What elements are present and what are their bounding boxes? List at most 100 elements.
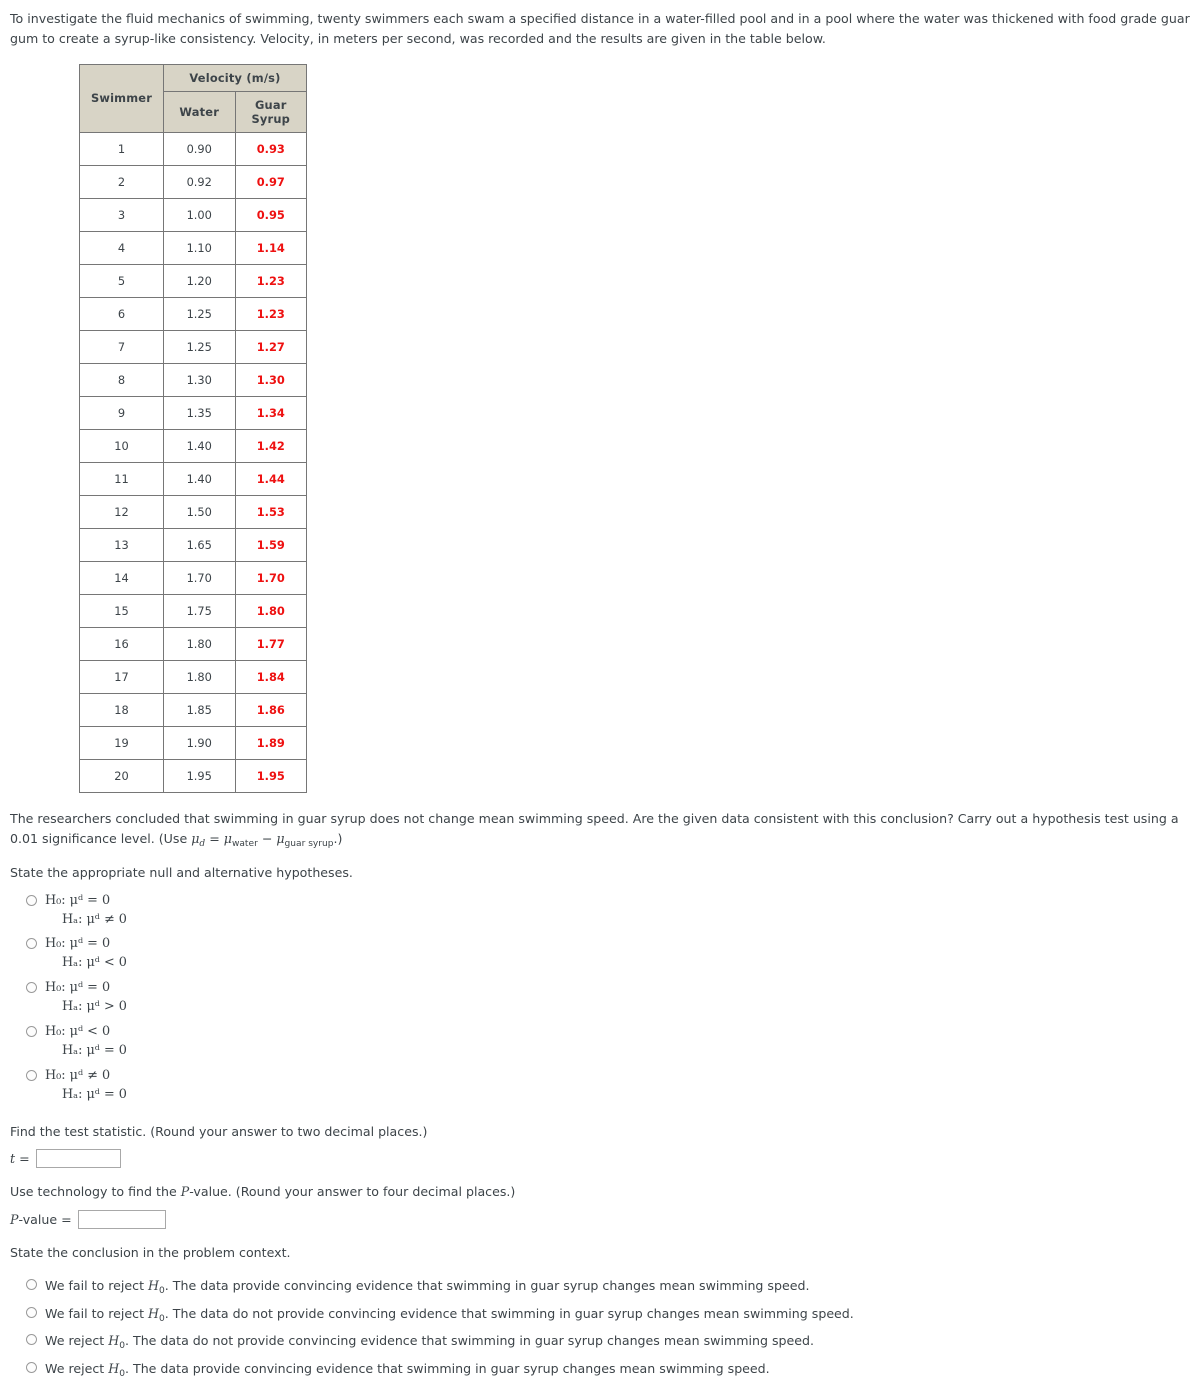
null-hypothesis-line: H₀: μᵈ ≠ 0 bbox=[45, 1068, 111, 1084]
h-null-subscript: 0 bbox=[119, 1368, 125, 1379]
conclusion-option-1[interactable]: We fail to reject H0. The data provide c… bbox=[26, 1272, 1200, 1300]
question-paragraph: The researchers concluded that swimming … bbox=[10, 809, 1192, 850]
hypothesis-option-2[interactable]: H₀: μᵈ = 0 Hₐ: μᵈ < 0 bbox=[26, 932, 1200, 976]
hypothesis-option-3[interactable]: H₀: μᵈ = 0 Hₐ: μᵈ > 0 bbox=[26, 976, 1200, 1020]
radio-button-icon[interactable] bbox=[26, 938, 37, 950]
cell-water-velocity: 1.80 bbox=[163, 659, 236, 694]
cell-guar-syrup-velocity: 1.70 bbox=[234, 560, 307, 595]
cell-swimmer: 10 bbox=[79, 428, 164, 463]
cell-guar-syrup-velocity: 1.86 bbox=[234, 692, 307, 727]
table-row: 10 1.40 1.42 bbox=[79, 428, 307, 463]
alternative-hypothesis-line: Hₐ: μᵈ > 0 bbox=[62, 999, 127, 1015]
cell-water-velocity: 1.20 bbox=[163, 263, 236, 298]
radio-button-icon[interactable] bbox=[26, 1070, 37, 1082]
cell-swimmer: 12 bbox=[79, 494, 164, 529]
question-text-end: .) bbox=[333, 831, 343, 847]
conclusion-prompt: State the conclusion in the problem cont… bbox=[10, 1244, 291, 1260]
table-row: 5 1.20 1.23 bbox=[79, 263, 307, 298]
p-value-row: P-value = bbox=[10, 1209, 1200, 1229]
test-statistic-input[interactable] bbox=[35, 1149, 121, 1169]
cell-swimmer: 15 bbox=[79, 593, 164, 628]
velocity-table: Swimmer Velocity (m/s) Water Guar Syrup … bbox=[79, 63, 307, 793]
cell-swimmer: 8 bbox=[79, 362, 164, 397]
hypotheses-radio-group[interactable]: H₀: μᵈ = 0 Hₐ: μᵈ ≠ 0 H₀: μᵈ = 0 Hₐ: μᵈ < 0… bbox=[0, 889, 1200, 1108]
cell-water-velocity: 1.40 bbox=[163, 428, 236, 463]
cell-guar-syrup-velocity: 0.97 bbox=[234, 164, 307, 199]
conclusion-option-4[interactable]: We reject H0. The data provide convincin… bbox=[26, 1355, 1200, 1382]
radio-button-icon[interactable] bbox=[26, 1306, 37, 1318]
p-value-input[interactable] bbox=[77, 1209, 166, 1229]
cell-guar-syrup-velocity: 1.89 bbox=[234, 725, 307, 760]
radio-button-icon[interactable] bbox=[26, 1334, 37, 1346]
h-null-symbol: H bbox=[108, 1360, 120, 1376]
conclusion-option-label: We fail to reject H0. The data do not pr… bbox=[45, 1304, 854, 1324]
table-row: 8 1.30 1.30 bbox=[79, 362, 307, 397]
hypothesis-option-5[interactable]: H₀: μᵈ ≠ 0 Hₐ: μᵈ = 0 bbox=[26, 1064, 1200, 1108]
radio-button-icon[interactable] bbox=[26, 1361, 37, 1373]
radio-button-icon[interactable] bbox=[26, 1279, 37, 1291]
cell-swimmer: 20 bbox=[79, 758, 164, 793]
table-row: 19 1.90 1.89 bbox=[79, 725, 307, 760]
conclusion-text-post: . The data do not provide convincing evi… bbox=[125, 1333, 815, 1349]
conclusion-text-post: . The data do not provide convincing evi… bbox=[164, 1305, 854, 1321]
conclusion-radio-group[interactable]: We fail to reject H0. The data provide c… bbox=[0, 1272, 1200, 1382]
cell-guar-syrup-velocity: 1.23 bbox=[234, 263, 307, 298]
cell-swimmer: 7 bbox=[79, 329, 164, 364]
cell-swimmer: 16 bbox=[79, 626, 164, 661]
cell-water-velocity: 1.25 bbox=[163, 296, 236, 331]
test-statistic-equals: = bbox=[15, 1151, 30, 1167]
null-hypothesis-line: H₀: μᵈ = 0 bbox=[45, 892, 111, 908]
radio-button-icon[interactable] bbox=[26, 894, 37, 906]
cell-water-velocity: 1.00 bbox=[163, 197, 236, 232]
cell-water-velocity: 1.70 bbox=[163, 560, 236, 595]
radio-button-icon[interactable] bbox=[26, 982, 37, 994]
h-null-symbol: H bbox=[148, 1305, 160, 1321]
p-value-prompt-post: -value. (Round your answer to four decim… bbox=[189, 1184, 516, 1200]
mu-syrup-symbol: μ bbox=[276, 831, 285, 847]
conclusion-option-2[interactable]: We fail to reject H0. The data do not pr… bbox=[26, 1300, 1200, 1328]
cell-guar-syrup-velocity: 1.30 bbox=[234, 362, 307, 397]
table-row: 1 0.90 0.93 bbox=[79, 131, 307, 166]
alternative-hypothesis-line: Hₐ: μᵈ ≠ 0 bbox=[62, 911, 127, 927]
table-header-row-1: Swimmer Velocity (m/s) bbox=[79, 63, 307, 133]
conclusion-option-3[interactable]: We reject H0. The data do not provide co… bbox=[26, 1327, 1200, 1355]
cell-swimmer: 11 bbox=[79, 461, 164, 496]
conclusion-text-pre: We fail to reject bbox=[45, 1305, 149, 1321]
cell-guar-syrup-velocity: 1.95 bbox=[234, 758, 307, 793]
conclusion-option-label: We fail to reject H0. The data provide c… bbox=[45, 1276, 809, 1296]
column-header-water: Water bbox=[163, 90, 236, 133]
cell-guar-syrup-velocity: 0.93 bbox=[234, 131, 307, 166]
cell-water-velocity: 1.25 bbox=[163, 329, 236, 364]
cell-water-velocity: 1.65 bbox=[163, 527, 236, 562]
conclusion-text-post: . The data provide convincing evidence t… bbox=[125, 1360, 770, 1376]
table-row: 2 0.92 0.97 bbox=[79, 164, 307, 199]
problem-page: To investigate the fluid mechanics of sw… bbox=[0, 9, 1200, 1382]
h-null-subscript: 0 bbox=[159, 1313, 165, 1324]
h-null-subscript: 0 bbox=[119, 1341, 125, 1352]
cell-guar-syrup-velocity: 1.23 bbox=[234, 296, 307, 331]
conclusion-text-pre: We reject bbox=[45, 1360, 109, 1376]
column-header-swimmer: Swimmer bbox=[79, 63, 164, 133]
cell-guar-syrup-velocity: 1.14 bbox=[234, 230, 307, 265]
cell-swimmer: 5 bbox=[79, 263, 164, 298]
cell-water-velocity: 1.75 bbox=[163, 593, 236, 628]
hypothesis-option-1[interactable]: H₀: μᵈ = 0 Hₐ: μᵈ ≠ 0 bbox=[26, 889, 1200, 933]
cell-water-velocity: 1.10 bbox=[163, 230, 236, 265]
cell-guar-syrup-velocity: 1.34 bbox=[234, 395, 307, 430]
cell-swimmer: 9 bbox=[79, 395, 164, 430]
null-hypothesis-line: H₀: μᵈ < 0 bbox=[45, 1024, 111, 1040]
table-row: 6 1.25 1.23 bbox=[79, 296, 307, 331]
cell-water-velocity: 0.90 bbox=[163, 131, 236, 166]
velocity-table-wrapper: Swimmer Velocity (m/s) Water Guar Syrup … bbox=[79, 63, 1200, 793]
hypothesis-option-4[interactable]: H₀: μᵈ < 0 Hₐ: μᵈ = 0 bbox=[26, 1020, 1200, 1064]
cell-guar-syrup-velocity: 1.84 bbox=[234, 659, 307, 694]
table-row: 13 1.65 1.59 bbox=[79, 527, 307, 562]
cell-swimmer: 13 bbox=[79, 527, 164, 562]
table-row: 20 1.95 1.95 bbox=[79, 758, 307, 793]
null-hypothesis-line: H₀: μᵈ = 0 bbox=[45, 980, 111, 996]
cell-swimmer: 19 bbox=[79, 725, 164, 760]
radio-button-icon[interactable] bbox=[26, 1026, 37, 1038]
hypotheses-prompt: State the appropriate null and alternati… bbox=[10, 864, 353, 880]
cell-water-velocity: 1.80 bbox=[163, 626, 236, 661]
cell-guar-syrup-velocity: 1.53 bbox=[234, 494, 307, 529]
